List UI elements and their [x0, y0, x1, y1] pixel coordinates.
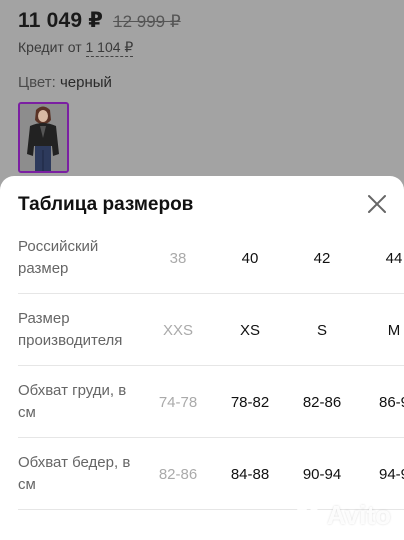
size-cell: S [316, 321, 327, 339]
size-cell: 40 [241, 249, 259, 267]
close-icon [368, 195, 386, 213]
size-cell: 82-86 [302, 393, 342, 411]
size-cell: XXS [162, 321, 193, 339]
watermark-text: Avito [327, 500, 392, 530]
close-button[interactable] [362, 189, 392, 219]
row-label: Обхват бедер, в см [18, 454, 131, 493]
size-table-sheet: Таблица размеров Российский размер 38 40… [0, 176, 404, 540]
avito-logo-icon [297, 505, 322, 527]
size-row-manufacturer: Размер производителя XXS XS S M [0, 294, 404, 366]
old-price: 12 999 ₽ [113, 12, 181, 31]
size-row-chest: Обхват груди, в см 74-78 78-82 82-86 86-… [0, 366, 404, 438]
credit-info[interactable]: Кредит от 1 104 ₽ [18, 39, 134, 57]
credit-prefix: Кредит от [18, 39, 82, 55]
size-cell: 74-78 [158, 393, 198, 411]
avito-watermark: Avito [296, 500, 391, 531]
size-cell: 84-88 [230, 465, 270, 483]
size-cell: 42 [313, 249, 331, 267]
size-cell: 44 [385, 249, 403, 267]
price-row: 11 049 ₽ 12 999 ₽ [18, 8, 181, 33]
color-thumbnail[interactable] [18, 102, 69, 173]
size-cell: 86-9 [378, 393, 404, 411]
current-price: 11 049 ₽ [18, 9, 104, 32]
size-cell: M [387, 321, 401, 339]
size-cell: 78-82 [230, 393, 270, 411]
credit-amount[interactable]: 1 104 ₽ [85, 39, 134, 57]
row-label: Обхват груди, в см [18, 382, 127, 421]
size-cell: XS [239, 321, 260, 339]
color-value: черный [59, 74, 112, 91]
color-row: Цвет: черный [18, 74, 112, 91]
size-cell: 82-86 [158, 465, 198, 483]
size-cell: 38 [169, 249, 187, 267]
size-row-russian: Российский размер 38 40 42 44 [0, 222, 404, 294]
color-label: Цвет: [18, 74, 56, 91]
row-label: Размер производителя [18, 310, 123, 349]
jacket-photo-icon [20, 104, 67, 171]
sheet-title: Таблица размеров [18, 194, 194, 215]
row-label: Российский размер [18, 238, 99, 277]
